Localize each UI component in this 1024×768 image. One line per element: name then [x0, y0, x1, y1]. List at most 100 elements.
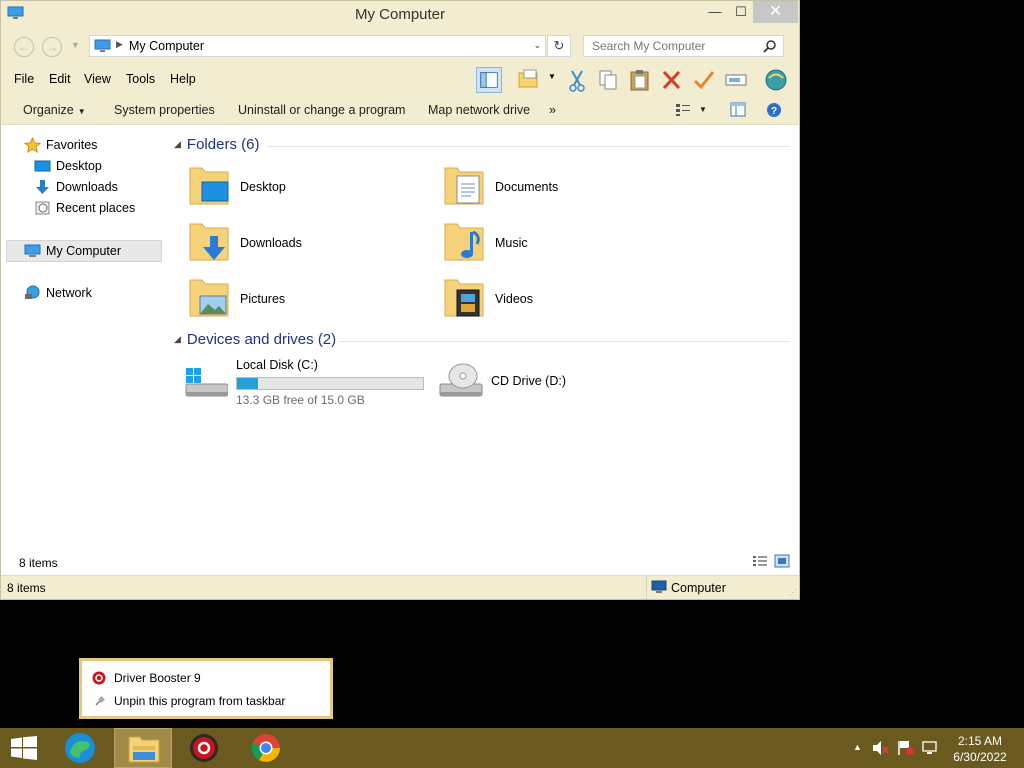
breadcrumb[interactable]: My Computer [129, 39, 204, 53]
windows-logo-icon [11, 736, 37, 760]
action-center-flag-icon[interactable] [897, 740, 915, 756]
address-bar[interactable]: ▶ My Computer ⌄ [89, 35, 546, 57]
pictures-folder-icon [189, 279, 229, 317]
search-box[interactable] [583, 35, 784, 57]
refresh-button[interactable]: ↻ [547, 35, 571, 57]
chrome-browser-icon [251, 734, 280, 762]
start-button[interactable] [0, 728, 58, 768]
chevron-down-icon[interactable]: ▼ [548, 72, 556, 81]
folder-music[interactable]: Music [443, 220, 683, 268]
recent-places-icon [35, 201, 50, 215]
drives-group-header[interactable]: ◢ Devices and drives (2) [174, 331, 336, 348]
driver-booster-icon [92, 671, 106, 685]
menu-file[interactable]: File [14, 72, 34, 86]
folder-documents[interactable]: Documents [443, 164, 683, 212]
star-icon [24, 137, 41, 153]
drive-d[interactable]: CD Drive (D:) [439, 358, 679, 406]
taskbar-file-explorer[interactable] [114, 728, 172, 768]
close-button[interactable]: ✕ [753, 1, 798, 23]
help-icon[interactable]: ? [766, 102, 782, 118]
search-input[interactable] [584, 36, 759, 56]
collapse-triangle-icon[interactable]: ◢ [174, 139, 181, 149]
checkmark-icon[interactable] [691, 67, 717, 93]
volume-muted-icon[interactable] [872, 740, 890, 756]
minimize-button[interactable]: — [701, 1, 729, 23]
desktop-icon [34, 160, 51, 172]
menu-bar: File Edit View Tools Help ▼ [1, 63, 799, 95]
search-icon[interactable] [763, 39, 777, 53]
folder-downloads[interactable]: Downloads [188, 220, 428, 268]
globe-icon[interactable] [763, 67, 789, 93]
navigation-row: ← → ▼ ▶ My Computer ⌄ ↻ [1, 29, 799, 63]
chevron-down-icon[interactable]: ⌄ [533, 40, 541, 51]
chevron-down-icon: ▼ [77, 107, 86, 116]
details-view-icon[interactable] [752, 554, 768, 568]
uninstall-program-button[interactable]: Uninstall or change a program [238, 103, 405, 117]
downloads-folder-icon [189, 223, 229, 261]
content-item-count: 8 items [19, 556, 58, 570]
explorer-window: My Computer — ☐ ✕ ← → ▼ ▶ My Computer ⌄ … [0, 0, 800, 600]
back-button[interactable]: ← [14, 37, 34, 57]
menu-help[interactable]: Help [170, 72, 196, 86]
folder-desktop[interactable]: Desktop [188, 164, 428, 212]
taskbar-chrome[interactable] [238, 728, 296, 768]
folders-group-header[interactable]: ◢ Folders (6) [174, 136, 259, 153]
menu-view[interactable]: View [84, 72, 111, 86]
pin-icon [95, 695, 106, 706]
change-view-icon[interactable] [675, 103, 691, 117]
menu-tools[interactable]: Tools [126, 72, 155, 86]
chevron-down-icon[interactable]: ▼ [699, 105, 707, 114]
resize-grip-icon[interactable]: ⋰ [789, 588, 797, 597]
drive-c[interactable]: Local Disk (C:) 13.3 GB free of 15.0 GB [184, 358, 424, 407]
status-item-count: 8 items [7, 581, 46, 595]
videos-folder-icon [444, 279, 484, 317]
system-properties-button[interactable]: System properties [114, 103, 215, 117]
taskbar-driver-booster[interactable] [176, 728, 234, 768]
folder-videos[interactable]: Videos [443, 276, 683, 324]
clock-time: 2:15 AM [957, 734, 1003, 748]
copy-icon[interactable] [595, 67, 621, 93]
taskbar-jump-list: Driver Booster 9 Unpin this program from… [79, 658, 333, 719]
status-bar: 8 items Computer ⋰ [1, 575, 799, 599]
folder-view-icon[interactable] [516, 67, 542, 93]
driver-booster-icon [190, 734, 218, 762]
music-folder-icon [444, 223, 484, 261]
recent-locations-dropdown[interactable]: ▼ [71, 40, 80, 50]
rename-icon[interactable] [723, 67, 749, 93]
preview-pane-icon[interactable] [476, 67, 502, 93]
organize-label: Organize [23, 103, 74, 117]
disk-usage-fill [237, 378, 259, 389]
window-title: My Computer [354, 6, 446, 23]
organize-button[interactable]: Organize ▼ [23, 103, 86, 117]
network-status-icon[interactable] [921, 740, 939, 756]
show-hidden-icons-button[interactable]: ▲ [853, 742, 862, 752]
group-divider [268, 146, 790, 147]
preview-pane-icon[interactable] [730, 102, 746, 117]
breadcrumb-separator-icon[interactable]: ▶ [116, 39, 123, 50]
cd-drive-icon [439, 363, 483, 397]
title-bar[interactable]: My Computer — ☐ ✕ [1, 1, 799, 29]
taskbar: ▲ 2:15 AM 6/30/2022 [0, 728, 1024, 768]
paste-icon[interactable] [627, 67, 653, 93]
map-network-drive-button[interactable]: Map network drive [428, 103, 530, 117]
folder-pictures[interactable]: Pictures [188, 276, 428, 324]
svg-text:?: ? [771, 106, 777, 117]
documents-folder-icon [444, 167, 484, 205]
taskbar-edge[interactable] [52, 728, 110, 768]
desktop-folder-icon [189, 167, 229, 205]
forward-button[interactable]: → [42, 37, 62, 57]
status-location: Computer [646, 576, 799, 599]
collapse-triangle-icon[interactable]: ◢ [174, 334, 181, 344]
cut-icon[interactable] [564, 67, 590, 93]
delete-icon[interactable] [659, 67, 685, 93]
more-commands-button[interactable]: » [549, 103, 556, 117]
command-bar: Organize ▼ System properties Uninstall or… [1, 95, 799, 125]
navigation-pane: Favorites Desktop Downloads Recent place… [1, 126, 163, 572]
windows-drive-icon [185, 368, 228, 397]
menu-edit[interactable]: Edit [49, 72, 71, 86]
computer-icon [24, 244, 41, 257]
clock[interactable]: 2:15 AM 6/30/2022 [940, 733, 1020, 765]
network-icon [25, 285, 40, 299]
large-icons-view-icon[interactable] [774, 554, 790, 568]
maximize-button[interactable]: ☐ [727, 1, 755, 23]
